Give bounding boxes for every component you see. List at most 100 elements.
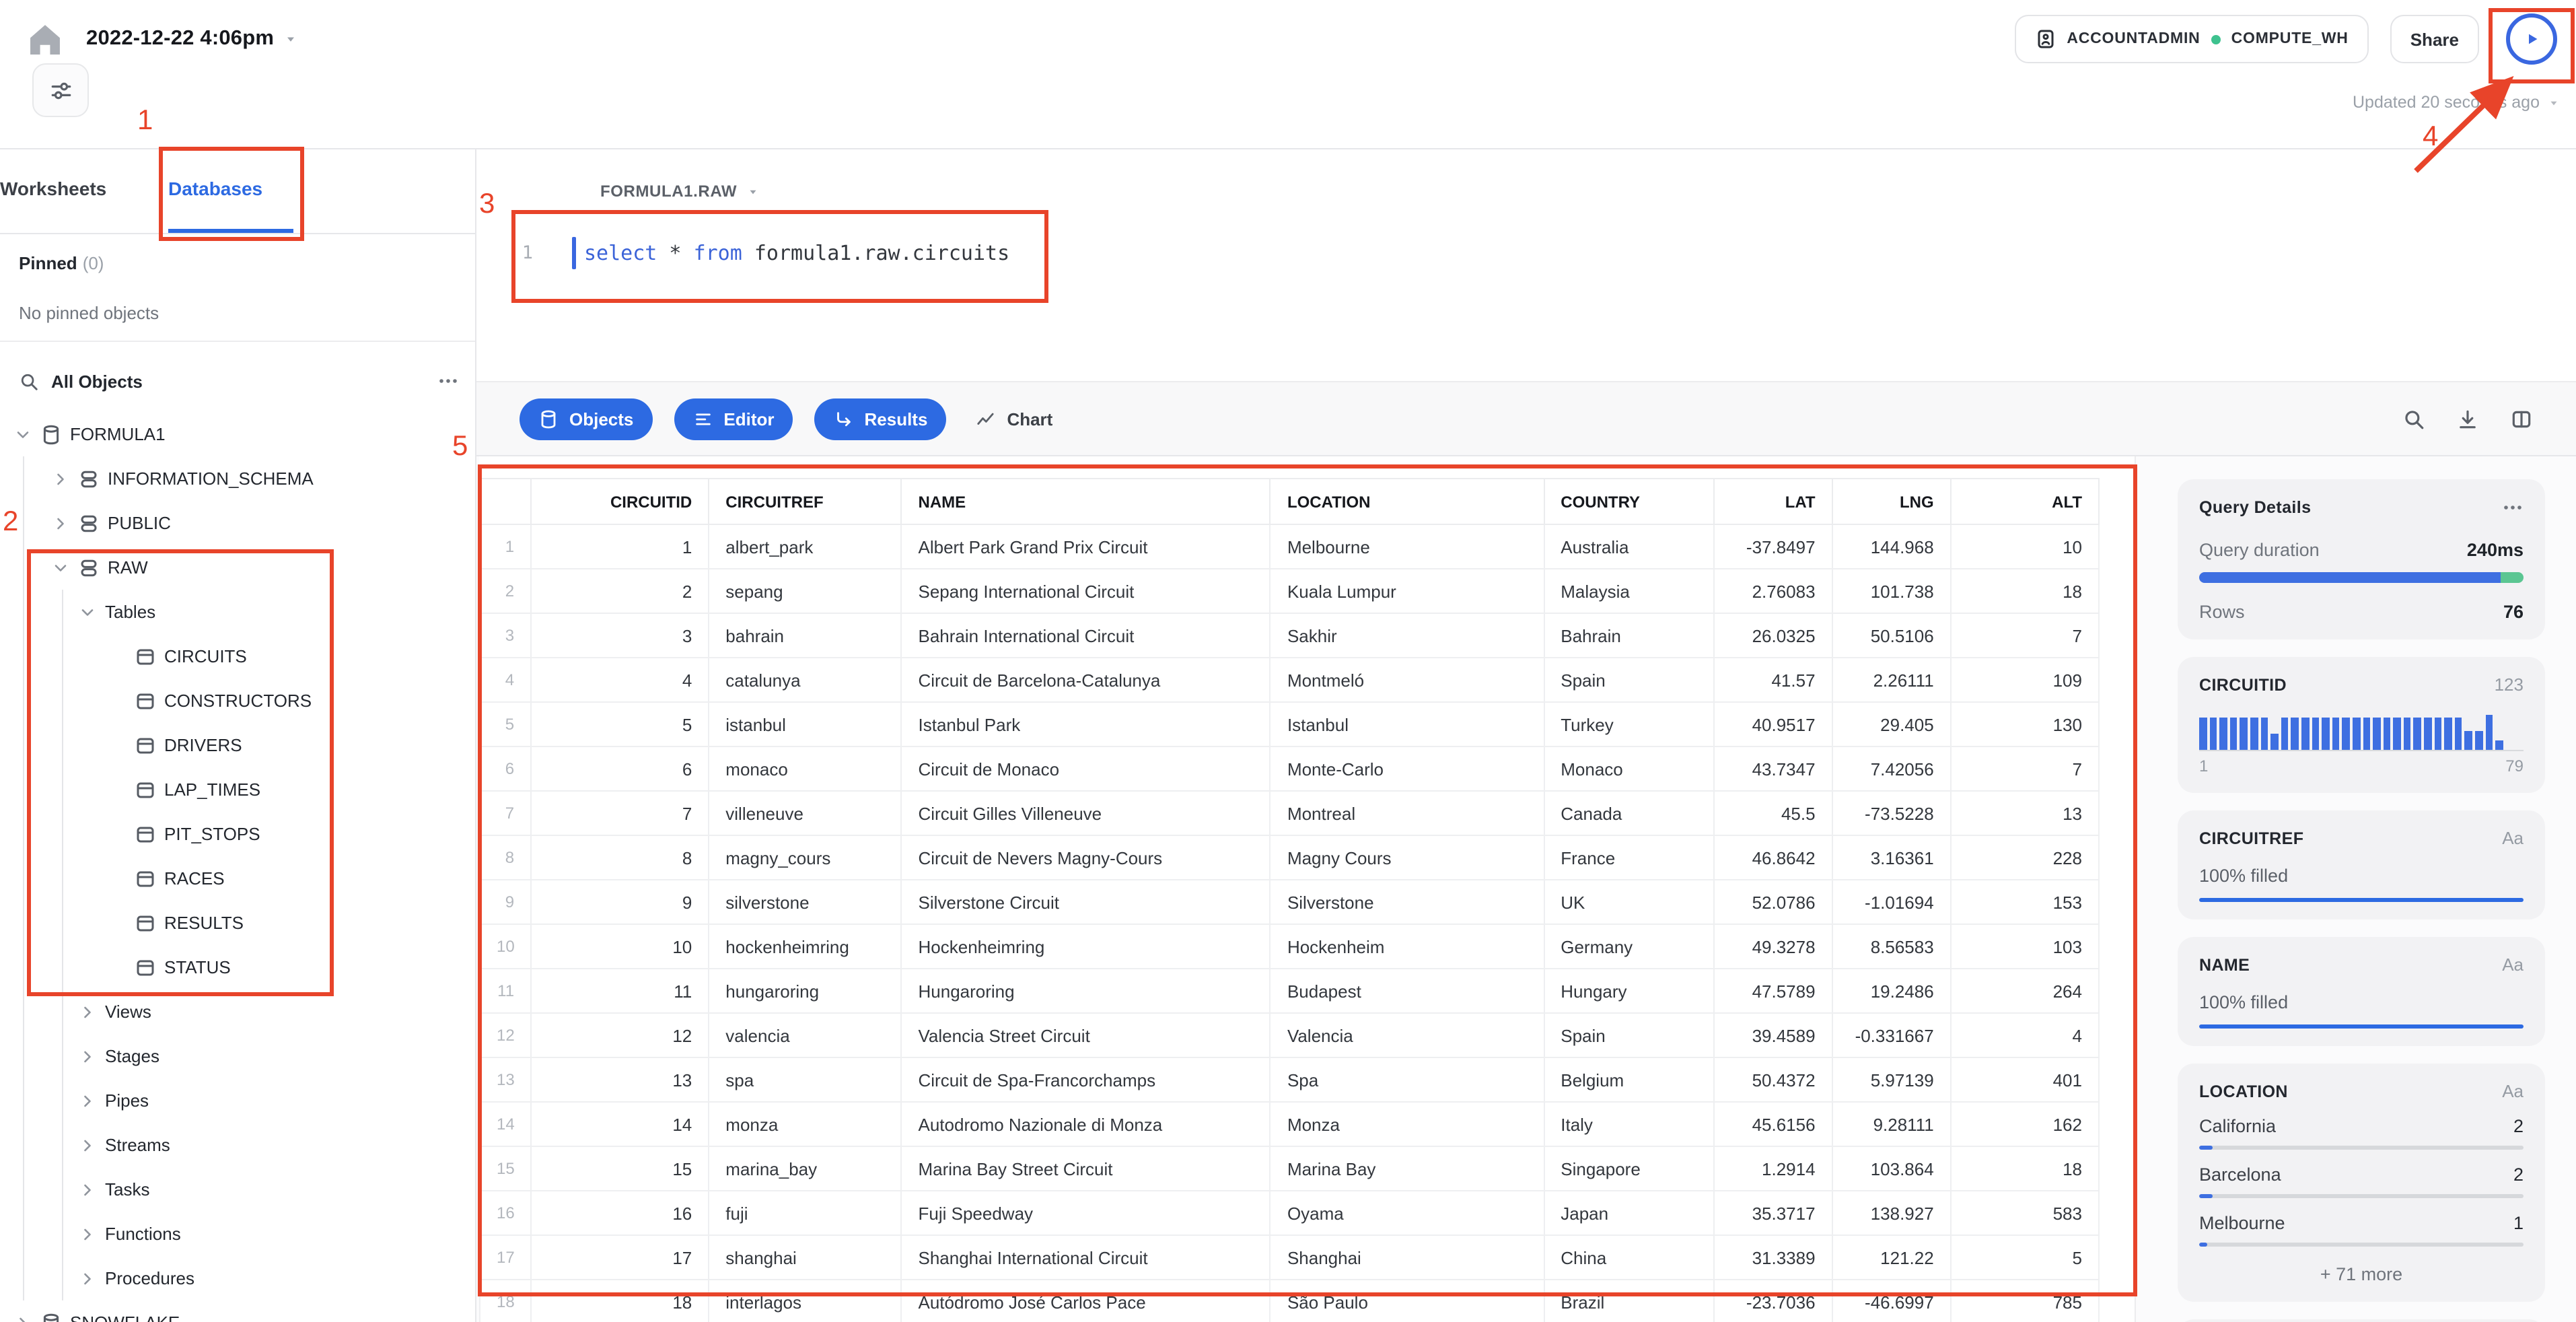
cell: 46.8642 <box>1713 835 1833 880</box>
tree-item-pit_stops[interactable]: PIT_STOPS <box>0 812 475 856</box>
table-row[interactable]: 10 10 hockenheimring Hockenheimring Hockenhe… <box>479 924 2100 969</box>
tree-item-stages[interactable]: Stages <box>0 1034 475 1078</box>
view-tab-objects[interactable]: Objects <box>520 398 653 440</box>
column-header-lat[interactable]: LAT <box>1713 478 1833 525</box>
table-row[interactable]: 2 2 sepang Sepang International Circuit Kual… <box>479 568 2100 614</box>
role-warehouse-selector[interactable]: ACCOUNTADMIN COMPUTE_WH <box>2014 15 2369 63</box>
rows-value: 76 <box>2503 602 2524 622</box>
cell: interlagos <box>708 1279 902 1322</box>
cell: 16 <box>530 1190 710 1236</box>
row-number: 12 <box>479 1012 532 1058</box>
view-tab-chart[interactable]: Chart <box>968 398 1061 440</box>
column-header-lng[interactable]: LNG <box>1831 478 1952 525</box>
table-row[interactable]: 18 18 interlagos Autódromo José Carlos Pace… <box>479 1279 2100 1322</box>
table-row[interactable]: 13 13 spa Circuit de Spa-Francorchamps Spa Be… <box>479 1057 2100 1103</box>
run-button[interactable] <box>2501 12 2563 66</box>
column-header-alt[interactable]: ALT <box>1949 478 2100 525</box>
column-header-location[interactable]: LOCATION <box>1269 478 1545 525</box>
sidebar-tab-worksheets[interactable]: Worksheets <box>0 178 106 199</box>
snowsight-worksheet-app: 2022-12-22 4:06pm ACCOUNTADMIN COMPUTE_W… <box>0 0 2576 1322</box>
tree-item-tables[interactable]: Tables <box>0 590 475 634</box>
editor-icon <box>692 409 713 429</box>
cell: 1.2914 <box>1713 1146 1833 1191</box>
cell: Spain <box>1543 657 1715 703</box>
tree-item-views[interactable]: Views <box>0 989 475 1034</box>
table-row[interactable]: 4 4 catalunya Circuit de Barcelona-Cataluny… <box>479 657 2100 703</box>
caret-down-icon[interactable] <box>283 32 297 46</box>
histogram-bar <box>2464 731 2473 750</box>
column-header-country[interactable]: COUNTRY <box>1543 478 1715 525</box>
table-row[interactable]: 5 5 istanbul Istanbul Park Istanbul Turkey 40.… <box>479 701 2100 747</box>
view-tab-editor[interactable]: Editor <box>674 398 793 440</box>
code-line[interactable]: 1 select * from formula1.raw.circuits <box>476 233 1009 273</box>
tree-item-races[interactable]: RACES <box>0 856 475 901</box>
search-results-icon[interactable] <box>2402 407 2425 430</box>
cell: Montmeló <box>1269 657 1545 703</box>
table-row[interactable]: 9 9 silverstone Silverstone Circuit Silverst… <box>479 879 2100 925</box>
cell: Circuit de Barcelona-Catalunya <box>900 657 1271 703</box>
filled-bar <box>2199 1024 2524 1029</box>
worksheet-title[interactable]: 2022-12-22 4:06pm <box>86 27 274 51</box>
ellipsis-icon[interactable] <box>2502 497 2524 518</box>
tree-item-status[interactable]: STATUS <box>0 945 475 989</box>
home-icon[interactable] <box>27 21 63 57</box>
cell: Silverstone Circuit <box>900 879 1271 925</box>
row-number: 11 <box>479 968 532 1014</box>
tree-item-procedures[interactable]: Procedures <box>0 1256 475 1300</box>
tree-item-circuits[interactable]: CIRCUITS <box>0 634 475 679</box>
value-frequency-row: Barcelona 2 <box>2199 1164 2524 1198</box>
object-search[interactable]: All Objects <box>19 361 459 401</box>
tree-item-pipes[interactable]: Pipes <box>0 1078 475 1123</box>
column-header-name[interactable]: NAME <box>900 478 1271 525</box>
tree-item-drivers[interactable]: DRIVERS <box>0 723 475 767</box>
updated-status[interactable]: Updated 20 seconds ago <box>2353 93 2560 112</box>
tree-item-results[interactable]: RESULTS <box>0 901 475 945</box>
table-row[interactable]: 1 1 albert_park Albert Park Grand Prix Circ… <box>479 524 2100 569</box>
filters-button[interactable] <box>32 63 89 117</box>
filled-percentage: 100% filled <box>2199 992 2289 1012</box>
download-icon[interactable] <box>2456 407 2479 430</box>
table-row[interactable]: 15 15 marina_bay Marina Bay Street Circuit M… <box>479 1146 2100 1191</box>
show-more-values[interactable]: + 71 more <box>2199 1264 2524 1284</box>
histogram-bar <box>2199 718 2207 750</box>
share-button[interactable]: Share <box>2390 15 2479 63</box>
column-header-circuitref[interactable]: CIRCUITREF <box>708 478 902 525</box>
table-row[interactable]: 17 17 shanghai Shanghai International Circu… <box>479 1234 2100 1280</box>
tree-item-functions[interactable]: Functions <box>0 1212 475 1256</box>
tree-item-tasks[interactable]: Tasks <box>0 1167 475 1212</box>
tree-item-public[interactable]: PUBLIC <box>0 501 475 545</box>
table-row[interactable]: 7 7 villeneuve Circuit Gilles Villeneuve Mon… <box>479 790 2100 836</box>
tree-item-streams[interactable]: Streams <box>0 1123 475 1167</box>
view-tab-results[interactable]: Results <box>814 398 947 440</box>
table-row[interactable]: 14 14 monza Autodromo Nazionale di Monza Mon… <box>479 1101 2100 1147</box>
tree-item-raw[interactable]: RAW <box>0 545 475 590</box>
tree-item-constructors[interactable]: CONSTRUCTORS <box>0 679 475 723</box>
query-details-panel: Query Details Query duration 240ms Rows … <box>2178 456 2545 1322</box>
ellipsis-icon[interactable] <box>437 370 459 392</box>
tree-item-lap_times[interactable]: LAP_TIMES <box>0 767 475 812</box>
table-row[interactable]: 12 12 valencia Valencia Street Circuit Valen… <box>479 1012 2100 1058</box>
editor-context-selector[interactable]: FORMULA1.RAW <box>600 182 758 201</box>
row-number: 18 <box>479 1279 532 1322</box>
sidebar-tab-databases[interactable]: Databases <box>168 178 262 199</box>
cell: 18 <box>1949 568 2100 614</box>
table-row[interactable]: 3 3 bahrain Bahrain International Circuit Sa… <box>479 613 2100 658</box>
tree-item-snowflake[interactable]: SNOWFLAKE <box>0 1300 475 1322</box>
tree-item-information_schema[interactable]: INFORMATION_SCHEMA <box>0 456 475 501</box>
table-row[interactable]: 8 8 magny_cours Circuit de Nevers Magny-Cou… <box>479 835 2100 880</box>
cell: 4 <box>530 657 710 703</box>
table-row[interactable]: 11 11 hungaroring Hungaroring Budapest Hungar… <box>479 968 2100 1014</box>
table-row[interactable]: 16 16 fuji Fuji Speedway Oyama Japan 35.3717 13… <box>479 1190 2100 1236</box>
cell: Valencia <box>1269 1012 1545 1058</box>
histogram-bar <box>2250 718 2258 750</box>
table-row[interactable]: 6 6 monaco Circuit de Monaco Monte-Carlo Mona… <box>479 746 2100 792</box>
histogram-bar <box>2373 718 2381 750</box>
histogram-bar <box>2229 718 2238 750</box>
row-number: 13 <box>479 1057 532 1103</box>
results-table-container: CIRCUITID CIRCUITREF NAME LOCATION COUNTRY LA… <box>479 456 2136 1322</box>
duration-execute-segment <box>2199 572 2501 583</box>
tree-item-formula1[interactable]: FORMULA1 <box>0 412 475 456</box>
columns-icon[interactable] <box>2510 407 2533 430</box>
id-badge-icon <box>2034 28 2056 50</box>
column-header-circuitid[interactable]: CIRCUITID <box>530 478 710 525</box>
